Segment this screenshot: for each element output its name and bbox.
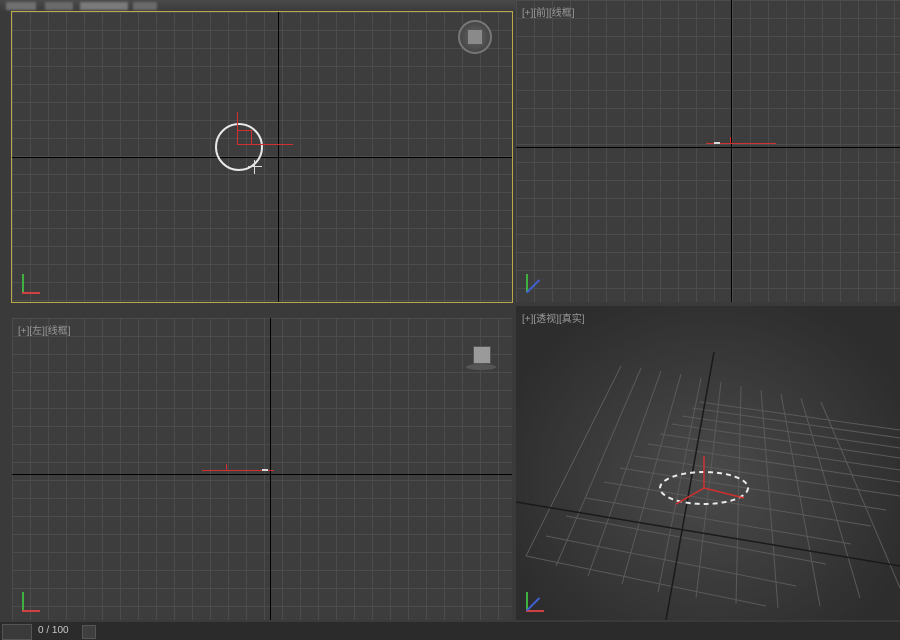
viewport-perspective[interactable]: [+][透视][真实] <box>516 306 900 620</box>
timeline[interactable]: 0 / 100 <box>0 622 900 640</box>
viewport-grid <box>516 0 900 302</box>
timeline-frame-box[interactable] <box>2 624 32 640</box>
viewport-top[interactable] <box>12 12 512 302</box>
axis-horizontal <box>516 147 900 148</box>
axis-tripod <box>22 266 48 292</box>
axis-horizontal <box>12 474 512 475</box>
viewport-left[interactable]: [+][左][线框] <box>12 318 512 620</box>
titlebar-segment <box>45 2 73 10</box>
viewport-front[interactable]: [+][前][线框] <box>516 0 900 302</box>
perspective-grid <box>516 306 900 620</box>
app-root: [+][前][线框] [+][左][线框] <box>0 0 900 640</box>
timeline-frame-readout: 0 / 100 <box>38 625 69 636</box>
titlebar-segment <box>80 2 128 10</box>
viewcube-base <box>466 364 496 370</box>
axis-vertical <box>278 12 279 302</box>
cube-icon <box>473 346 491 364</box>
axis-tripod <box>526 584 552 610</box>
axis-horizontal <box>12 157 512 158</box>
viewcube-button[interactable] <box>470 344 492 370</box>
viewport-label[interactable]: [+][左][线框] <box>18 322 71 337</box>
titlebar-segment <box>6 2 36 10</box>
titlebar-segment <box>133 2 157 10</box>
viewcube-button[interactable] <box>458 20 492 54</box>
viewport-label[interactable]: [+][前][线框] <box>522 4 575 19</box>
viewport-label[interactable]: [+][透视][真实] <box>522 310 585 325</box>
axis-tripod <box>526 266 552 292</box>
cursor-indicator <box>248 160 262 174</box>
timeline-step-button[interactable] <box>82 625 96 639</box>
axis-tripod <box>22 584 48 610</box>
cube-icon <box>467 29 483 45</box>
axis-vertical <box>731 0 732 302</box>
axis-vertical <box>270 318 271 620</box>
